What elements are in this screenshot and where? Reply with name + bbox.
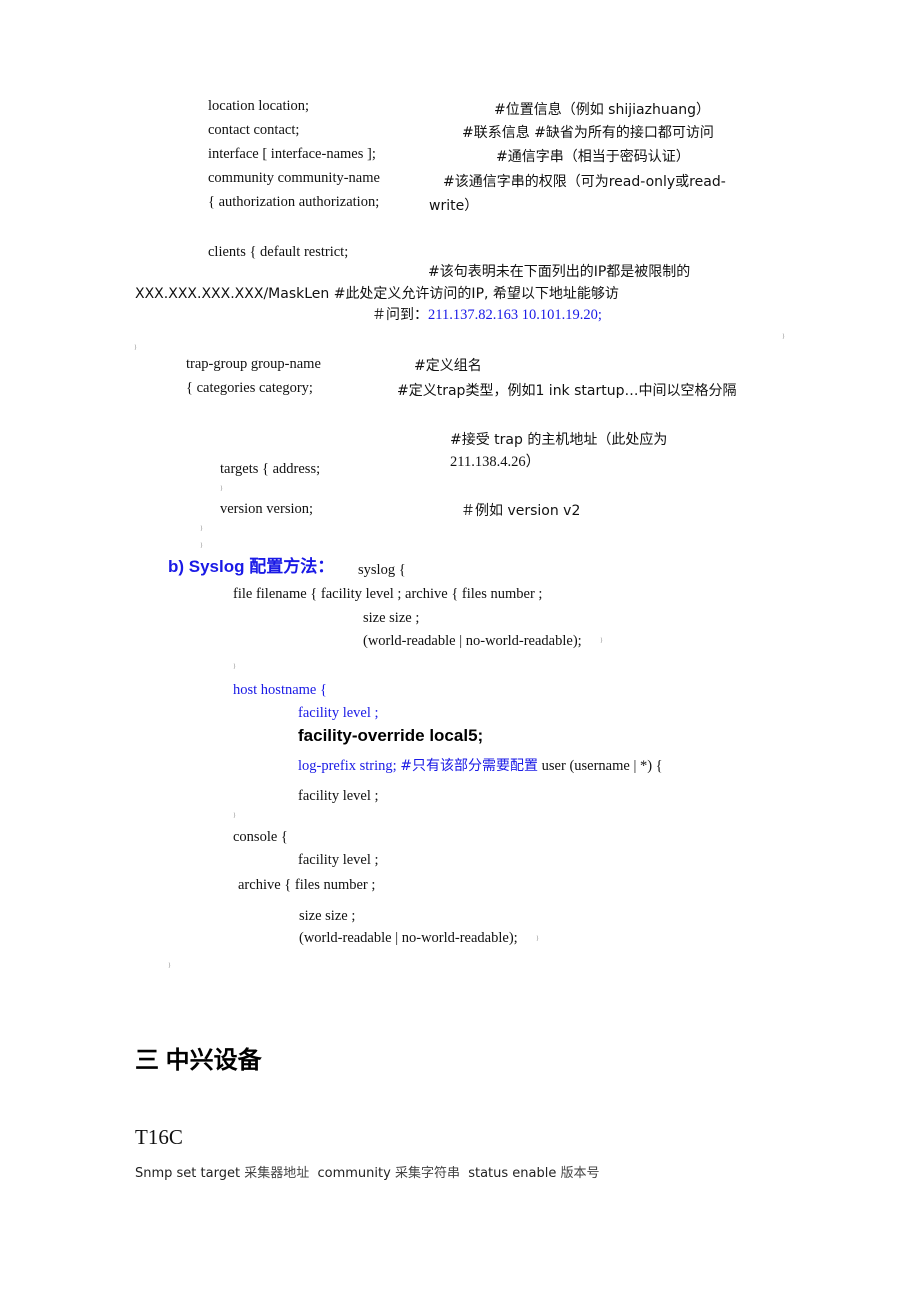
snmp-part: 版本号 bbox=[560, 1166, 600, 1181]
comment-version: ＃例如 version v2 bbox=[461, 503, 581, 519]
code-archive: archive { files number ; bbox=[238, 877, 376, 893]
brace-mark: } bbox=[220, 486, 223, 492]
device-title: T16C bbox=[135, 1125, 183, 1149]
code-interface: interface [ interface-names ]; bbox=[208, 146, 376, 162]
comment-location: #位置信息（例如 shijiazhuang） bbox=[494, 102, 711, 118]
brace-mark: } bbox=[200, 526, 203, 532]
brace-mark: } bbox=[168, 963, 171, 969]
code-contact: contact contact; bbox=[208, 122, 300, 138]
code-syslog-open: syslog { bbox=[358, 562, 406, 578]
brace-mark: } bbox=[536, 936, 539, 942]
code-archive-size: size size ; bbox=[299, 908, 356, 924]
comment-categories: #定义trap类型，例如1 ink startup…中间以空格分隔 bbox=[397, 383, 737, 399]
code-location: location location; bbox=[208, 98, 310, 114]
allowed-ips-line: ＃问到：211.137.82.163 10.101.19.20; bbox=[372, 306, 602, 324]
code-host-facility: facility level ; bbox=[298, 705, 379, 721]
code-trap-group: trap-group group-name bbox=[186, 356, 321, 372]
code-console-open: console { bbox=[233, 829, 288, 845]
code-host-open: host hostname { bbox=[233, 682, 327, 698]
snmp-part: status enable bbox=[459, 1166, 561, 1181]
code-user-line: user (username | *) { bbox=[541, 758, 663, 774]
code-console-facility: facility level ; bbox=[298, 852, 379, 868]
brace-mark: } bbox=[600, 638, 603, 644]
code-file-line: file filename { facility level ; archive… bbox=[233, 586, 543, 602]
snmp-part: 采集字符串 bbox=[394, 1166, 460, 1181]
comment-trap-group: #定义组名 bbox=[414, 358, 482, 374]
code-size: size size ; bbox=[363, 610, 420, 626]
code-targets: targets { address; bbox=[220, 461, 321, 477]
comment-targets-1: #接受 trap 的主机地址（此处应为 bbox=[450, 432, 668, 448]
comment-contact: #联系信息 #缺省为所有的接口都可访问 bbox=[462, 125, 714, 141]
snmp-part: Snmp set target bbox=[135, 1166, 245, 1181]
log-prefix-line: log-prefix string; #只有该部分需要配置 user (user… bbox=[298, 757, 663, 775]
comment-log-prefix: #只有该部分需要配置 bbox=[400, 758, 539, 774]
comment-authorization: write） bbox=[429, 198, 479, 214]
comment-targets-2: 211.138.4.26） bbox=[450, 454, 541, 470]
brace-mark: } bbox=[782, 334, 785, 340]
code-categories: { categories category; bbox=[186, 380, 313, 396]
code-authorization: { authorization authorization; bbox=[208, 194, 380, 210]
brace-mark: } bbox=[233, 664, 236, 670]
syslog-heading: b) Syslog 配置方法： bbox=[168, 557, 335, 576]
allowed-ips: 211.137.82.163 10.101.19.20; bbox=[428, 307, 602, 323]
brace-mark: } bbox=[134, 345, 137, 351]
code-log-prefix: log-prefix string; bbox=[298, 758, 397, 774]
section-title: 三 中兴设备 bbox=[135, 1047, 262, 1074]
code-archive-readable: (world-readable | no-world-readable); bbox=[299, 930, 518, 946]
snmp-part: community bbox=[309, 1166, 395, 1181]
code-clients: clients { default restrict; bbox=[208, 244, 349, 260]
brace-mark: } bbox=[200, 543, 203, 549]
code-readable: (world-readable | no-world-readable); bbox=[363, 633, 582, 649]
brace-mark: } bbox=[233, 813, 236, 819]
comment-clients: #该句表明未在下面列出的IP都是被限制的 bbox=[428, 264, 691, 280]
snmp-command-line: Snmp set target 采集器地址 community 采集字符串 st… bbox=[135, 1165, 600, 1183]
allowed-ips-prefix: ＃问到： bbox=[372, 307, 428, 323]
snmp-part: 采集器地址 bbox=[244, 1166, 310, 1181]
comment-community: #该通信字串的权限（可为read-only或read- bbox=[443, 174, 726, 190]
code-facility-override: facility-override local5; bbox=[298, 726, 484, 745]
code-user-facility: facility level ; bbox=[298, 788, 379, 804]
code-community: community community-name bbox=[208, 170, 380, 186]
comment-interface: #通信字串（相当于密码认证） bbox=[496, 149, 690, 165]
mask-line: XXX.XXX.XXX.XXX/MaskLen #此处定义允许访问的IP, 希望… bbox=[135, 286, 619, 302]
code-version: version version; bbox=[220, 501, 314, 517]
